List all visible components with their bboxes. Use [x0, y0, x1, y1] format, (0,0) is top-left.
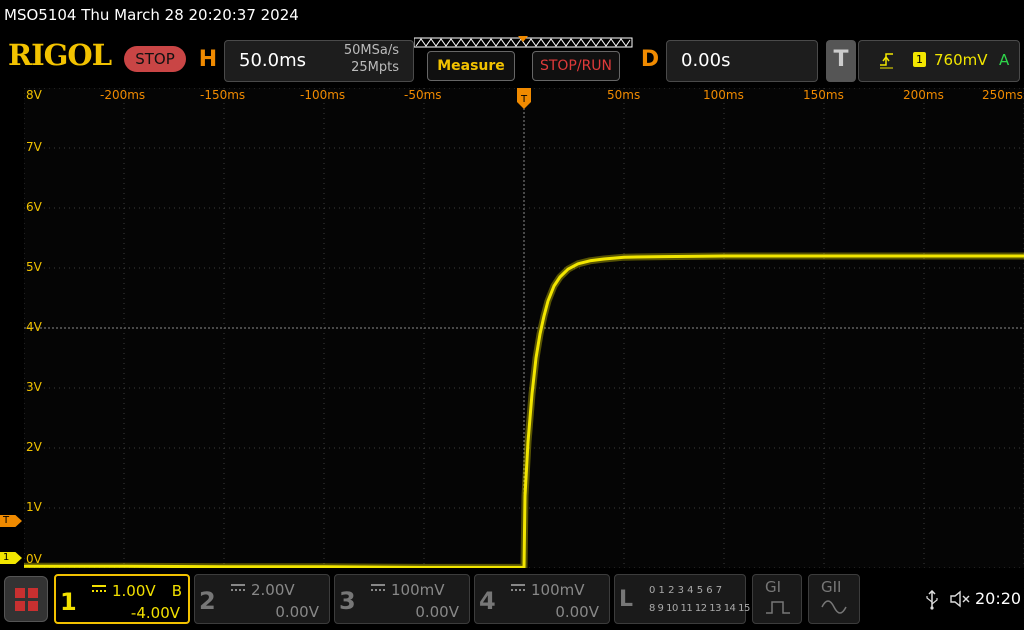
ch2-number: 2: [199, 587, 216, 615]
speaker-muted-icon[interactable]: [950, 590, 972, 608]
y-tick-label: 4V: [26, 320, 42, 334]
delay-tag-letter: D: [640, 47, 660, 72]
ch3-panel[interactable]: 3 100mV 0.00V: [334, 574, 470, 624]
square-wave-icon: [766, 601, 790, 614]
ch1-offset-marker-label: 1: [3, 552, 10, 563]
delay-tag[interactable]: D: [638, 40, 664, 82]
sine-wave-icon: [821, 600, 847, 614]
dc-coupling-icon: [371, 584, 385, 592]
x-tick-label: 50ms: [607, 88, 641, 102]
generator-1-label: GI: [765, 578, 782, 596]
y-tick-label: 7V: [26, 140, 42, 154]
delay-panel[interactable]: 0.00s: [666, 40, 818, 82]
y-tick-label: 1V: [26, 500, 42, 514]
trigger-mode: A: [999, 51, 1010, 69]
trigger-tag-letter: T: [833, 47, 849, 72]
title-bar: MSO5104 Thu March 28 20:20:37 2024: [0, 0, 1024, 32]
ch1-panel[interactable]: 1 1.00V B -4.00V: [54, 574, 190, 624]
dc-coupling-icon: [511, 584, 525, 592]
top-toolbar: RIGOL STOP H 50.0ms 50MSa/s 25Mpts Measu…: [0, 32, 1024, 88]
home-menu-button[interactable]: [4, 576, 48, 622]
logic-channels-row1: 0 1 2 3 4 5 6 7: [649, 585, 723, 596]
trigger-level-marker[interactable]: T: [0, 515, 22, 527]
logic-channels-row2: 8 9 10 11 12 13 14 15: [649, 603, 750, 614]
y-tick-label: 5V: [26, 260, 42, 274]
trigger-position-label: T: [520, 94, 528, 105]
ch3-offset: 0.00V: [415, 603, 459, 621]
x-tick-label: 200ms: [903, 88, 944, 102]
ch4-panel[interactable]: 4 100mV 0.00V: [474, 574, 610, 624]
logic-panel[interactable]: L 0 1 2 3 4 5 6 7 8 9 10 11 12 13 14 15: [614, 574, 750, 624]
ch2-scale: 2.00V: [251, 581, 295, 599]
dc-coupling-icon: [231, 584, 245, 592]
ch1-offset: -4.00V: [130, 604, 180, 622]
delay-value: 0.00s: [681, 50, 731, 71]
sample-rate: 50MSa/s: [343, 43, 399, 58]
trigger-tag[interactable]: T: [826, 40, 856, 82]
usb-icon: [926, 590, 938, 610]
y-tick-label: 8V: [26, 88, 42, 102]
rigol-logo: RIGOL: [8, 38, 112, 72]
horizontal-panel[interactable]: 50.0ms 50MSa/s 25Mpts: [224, 40, 414, 82]
memory-depth: 25Mpts: [351, 60, 399, 75]
timebase-value: 50.0ms: [239, 50, 306, 71]
ch1-bandwidth-limit: B: [171, 582, 182, 600]
x-tick-label: -100ms: [300, 88, 346, 102]
waveform-plot[interactable]: [24, 88, 1024, 568]
y-tick-label: 3V: [26, 380, 42, 394]
ch1-trace-line: [24, 254, 1024, 568]
run-status-badge[interactable]: STOP: [124, 46, 186, 72]
ch1-scale: 1.00V: [112, 582, 156, 600]
x-tick-label: 100ms: [703, 88, 744, 102]
ch1-number: 1: [60, 588, 77, 616]
ch4-scale: 100mV: [531, 581, 585, 599]
generator-2-label: GII: [821, 578, 842, 596]
waveform-svg: [24, 88, 1024, 568]
rising-edge-icon: [880, 53, 893, 69]
horizontal-tag-letter: H: [198, 47, 218, 72]
trigger-level-marker-label: T: [3, 515, 10, 526]
ch3-scale: 100mV: [391, 581, 445, 599]
grid-menu-icon: [15, 588, 38, 611]
trigger-source-badge: 1: [913, 52, 926, 67]
ch4-offset: 0.00V: [555, 603, 599, 621]
x-tick-label: -50ms: [404, 88, 442, 102]
y-tick-label: 0V: [26, 552, 42, 566]
y-tick-label: 2V: [26, 440, 42, 454]
clock: 20:20: [975, 589, 1022, 608]
trigger-level: 760mV: [934, 51, 988, 69]
window-title: MSO5104 Thu March 28 20:20:37 2024: [4, 6, 299, 24]
x-tick-label: -150ms: [200, 88, 246, 102]
x-tick-label: 150ms: [803, 88, 844, 102]
measure-button[interactable]: Measure: [427, 51, 515, 81]
ch2-offset: 0.00V: [275, 603, 319, 621]
horizontal-tag[interactable]: H: [196, 40, 222, 82]
ch1-offset-marker[interactable]: 1: [0, 552, 22, 564]
ch4-number: 4: [479, 587, 496, 615]
trigger-panel[interactable]: 1 760mV A: [858, 40, 1020, 82]
generator-1-button[interactable]: GI: [752, 574, 802, 624]
logic-tag: L: [619, 587, 634, 612]
memory-position-indicator: [414, 36, 633, 48]
bottom-bar: 1 1.00V B -4.00V 2 2.00V 0.00V 3 100mV 0…: [0, 570, 1024, 630]
generator-2-button[interactable]: GII: [808, 574, 860, 624]
ch1-trace: [24, 252, 1024, 568]
x-tick-label: 250ms: [982, 88, 1023, 102]
stop-run-button[interactable]: STOP/RUN: [532, 51, 620, 81]
ch3-number: 3: [339, 587, 356, 615]
dc-coupling-icon: [92, 585, 106, 593]
x-tick-label: -200ms: [100, 88, 146, 102]
ch2-panel[interactable]: 2 2.00V 0.00V: [194, 574, 330, 624]
y-tick-label: 6V: [26, 200, 42, 214]
